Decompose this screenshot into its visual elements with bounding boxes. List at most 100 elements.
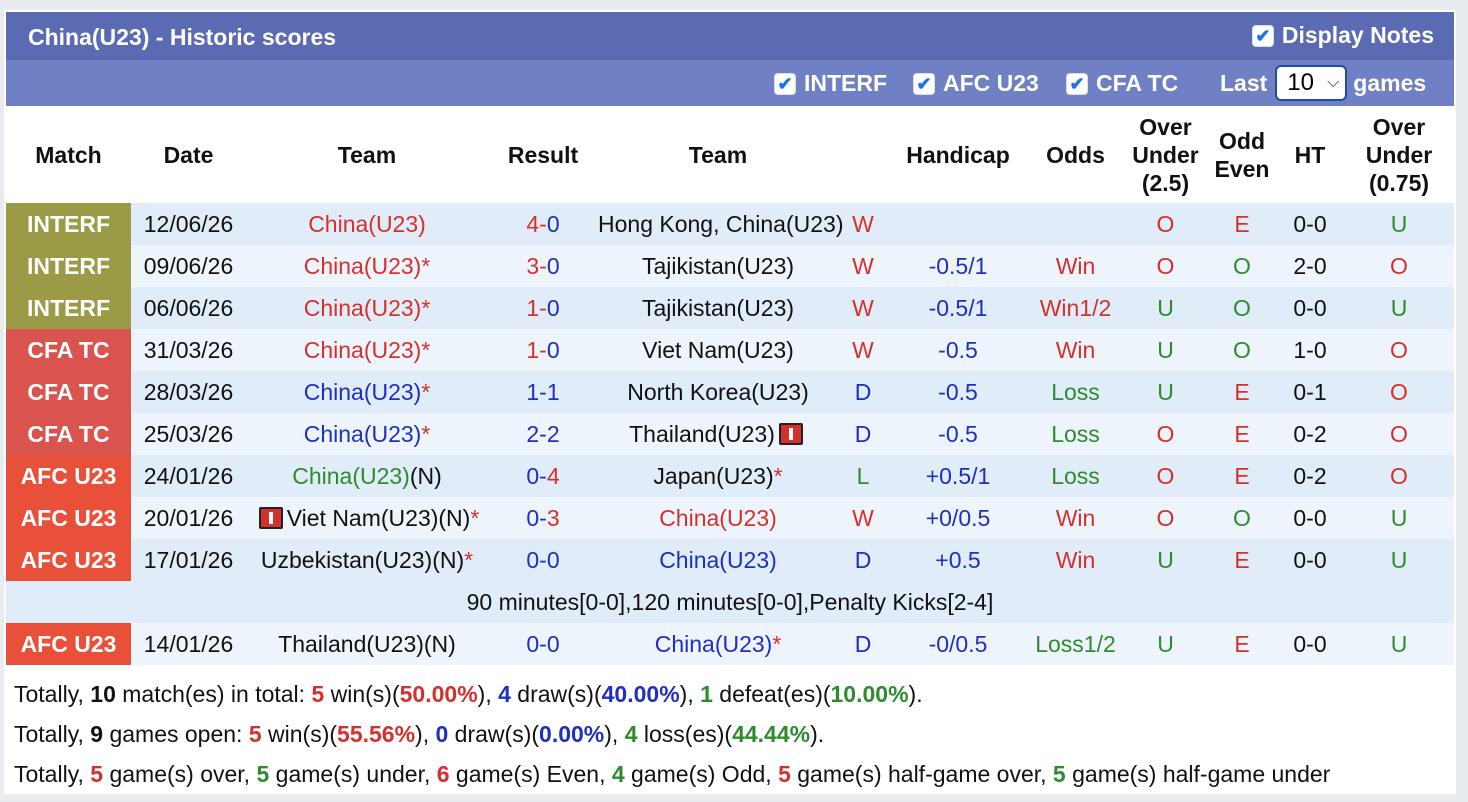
display-notes-checkbox[interactable]: ✔ — [1251, 24, 1274, 47]
score-home: 0 — [526, 462, 540, 489]
away-star: * — [773, 462, 783, 489]
league-cell[interactable]: AFC U23 — [6, 497, 131, 539]
over-under-cell: O — [1123, 455, 1208, 497]
away-team-cell[interactable]: Viet Nam(U23) — [598, 329, 838, 371]
score-separator: - — [539, 462, 547, 489]
over-under-cell: O — [1123, 203, 1208, 245]
table-row: AFC U23 17/01/26 Uzbekistan(U23)(N)* 0-0 Chi… — [6, 539, 1454, 581]
result-cell[interactable]: 0-3 — [488, 497, 598, 539]
win-loss-cell: W — [838, 329, 888, 371]
score-away: 0 — [546, 336, 560, 363]
away-team-cell[interactable]: Tajikistan(U23) — [598, 245, 838, 287]
col-odds: Odds — [1046, 141, 1105, 168]
league-cell[interactable]: AFC U23 — [6, 539, 131, 581]
away-team-cell[interactable]: China(U23)* — [598, 623, 838, 665]
table-row: CFA TC 31/03/26 China(U23)* 1-0 Viet Nam(U23… — [6, 329, 1454, 371]
half-time-cell-value: 0-0 — [1293, 546, 1327, 573]
display-notes-toggle[interactable]: ✔ Display Notes — [1251, 22, 1434, 49]
match-date: 24/01/26 — [143, 462, 234, 489]
result-cell[interactable]: 2-2 — [488, 413, 598, 455]
handicap-cell-value: +0/0.5 — [925, 504, 991, 531]
away-team-cell[interactable]: Tajikistan(U23) — [598, 287, 838, 329]
result-cell[interactable]: 0-0 — [488, 623, 598, 665]
match-date: 12/06/26 — [143, 210, 234, 237]
handicap-cell-value: +0.5/1 — [925, 462, 991, 489]
cfa-tc-checkbox[interactable]: ✔ — [1066, 72, 1088, 95]
away-team-cell[interactable]: North Korea(U23) — [598, 371, 838, 413]
half-time-cell: 0-0 — [1276, 497, 1344, 539]
home-team-cell[interactable]: Viet Nam(U23)(N)* — [246, 497, 488, 539]
over-under-075-cell: O — [1344, 455, 1454, 497]
result-cell[interactable]: 1-1 — [488, 371, 598, 413]
result-cell[interactable]: 0-0 — [488, 539, 598, 581]
home-team-cell[interactable]: China(U23)* — [246, 371, 488, 413]
result-cell[interactable]: 4-0 — [488, 203, 598, 245]
away-team-cell[interactable]: Japan(U23)* — [598, 455, 838, 497]
over-under-075-cell-value: U — [1390, 504, 1408, 531]
league-cell[interactable]: CFA TC — [6, 413, 131, 455]
odd-even-cell: E — [1208, 623, 1276, 665]
odds-cell-value: Win1/2 — [1039, 294, 1112, 321]
league-cell[interactable]: INTERF — [6, 287, 131, 329]
checkmark-icon: ✔ — [777, 73, 793, 94]
odd-even-cell-value: O — [1233, 294, 1251, 321]
odds-cell-value: Win — [1055, 546, 1096, 573]
home-team-cell[interactable]: Uzbekistan(U23)(N)* — [246, 539, 488, 581]
odds-cell: Loss — [1028, 371, 1123, 413]
half-time-cell-value: 0-1 — [1293, 378, 1327, 405]
last-label: Last — [1220, 69, 1268, 96]
handicap-cell: -0.5/1 — [888, 287, 1028, 329]
afc-u23-checkbox[interactable]: ✔ — [913, 72, 935, 95]
date-cell: 24/01/26 — [131, 455, 246, 497]
score-separator: - — [539, 630, 547, 657]
result-cell[interactable]: 0-4 — [488, 455, 598, 497]
league-cell[interactable]: CFA TC — [6, 329, 131, 371]
result-cell[interactable]: 1-0 — [488, 287, 598, 329]
home-team-cell[interactable]: China(U23) — [246, 203, 488, 245]
table-row: AFC U23 14/01/26 Thailand(U23)(N) 0-0 China(… — [6, 623, 1454, 665]
away-team-cell[interactable]: Thailand(U23) — [598, 413, 838, 455]
summary-line: Totally, 5 game(s) over, 5 game(s) under… — [14, 754, 1444, 794]
home-team-cell[interactable]: China(U23)(N) — [246, 455, 488, 497]
checkmark-icon: ✔ — [1255, 25, 1271, 46]
score-home: 0 — [526, 504, 540, 531]
home-team-cell[interactable]: China(U23)* — [246, 245, 488, 287]
col-handicap: Handicap — [906, 141, 1010, 168]
interf-checkbox[interactable]: ✔ — [774, 72, 796, 95]
last-games-value: 10 — [1287, 69, 1314, 96]
summary: Totally, 10 match(es) in total: 5 win(s)… — [14, 674, 1444, 794]
home-team-cell[interactable]: Thailand(U23)(N) — [246, 623, 488, 665]
match-date: 09/06/26 — [143, 252, 234, 279]
away-team-cell[interactable]: China(U23) — [598, 497, 838, 539]
away-team-name: North Korea(U23) — [627, 378, 809, 405]
league-cell[interactable]: CFA TC — [6, 371, 131, 413]
summary-text: game(s) half-game under — [1065, 761, 1331, 787]
home-team-cell[interactable]: China(U23)* — [246, 329, 488, 371]
away-team-cell[interactable]: China(U23) — [598, 539, 838, 581]
home-star: * — [421, 252, 431, 279]
match-date: 06/06/26 — [143, 294, 234, 321]
odd-even-cell-value: E — [1234, 462, 1250, 489]
checkmark-icon: ✔ — [916, 73, 932, 94]
filter-cfa-tc[interactable]: ✔ CFA TC — [1066, 70, 1178, 97]
home-team-name: China(U23) — [303, 252, 422, 279]
odds-cell-value: Loss — [1051, 378, 1100, 405]
filter-afc-u23[interactable]: ✔ AFC U23 — [913, 70, 1039, 97]
league-cell[interactable]: INTERF — [6, 245, 131, 287]
result-cell[interactable]: 3-0 — [488, 245, 598, 287]
league-cell[interactable]: AFC U23 — [6, 623, 131, 665]
odds-cell-value: Loss — [1051, 420, 1100, 447]
over-under-075-cell: U — [1344, 287, 1454, 329]
result-cell[interactable]: 1-0 — [488, 329, 598, 371]
away-team-cell[interactable]: Hong Kong, China(U23) — [598, 203, 843, 245]
home-team-cell[interactable]: China(U23)* — [246, 413, 488, 455]
last-games-select[interactable]: 10 ⌵ — [1275, 65, 1348, 101]
col-date: Date — [163, 141, 214, 168]
league-cell[interactable]: AFC U23 — [6, 455, 131, 497]
filter-interf[interactable]: ✔ INTERF — [774, 70, 887, 97]
score-home: 2 — [526, 420, 540, 447]
half-time-cell-value: 0-2 — [1293, 462, 1327, 489]
home-team-cell[interactable]: China(U23)* — [246, 287, 488, 329]
odd-even-cell-value: E — [1234, 210, 1250, 237]
league-cell[interactable]: INTERF — [6, 203, 131, 245]
